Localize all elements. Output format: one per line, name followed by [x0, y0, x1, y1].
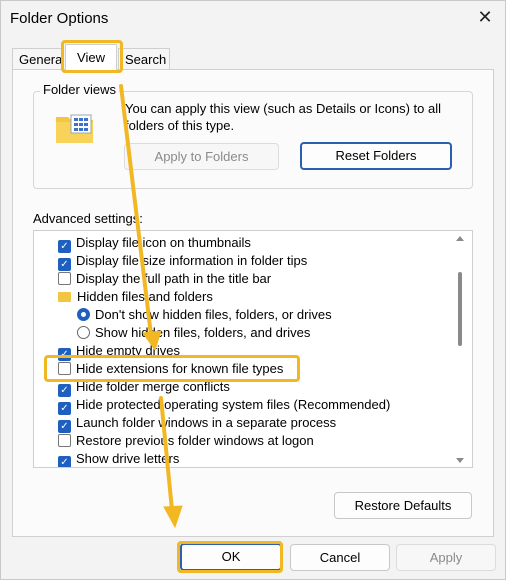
annotation-arrows	[119, 84, 183, 529]
arrow-head-icon	[163, 505, 183, 529]
arrow-head-icon	[142, 330, 162, 352]
arrow-to-option-line	[119, 84, 153, 337]
tab-view[interactable]: View	[65, 44, 117, 70]
arrow-to-ok-line	[159, 396, 174, 512]
